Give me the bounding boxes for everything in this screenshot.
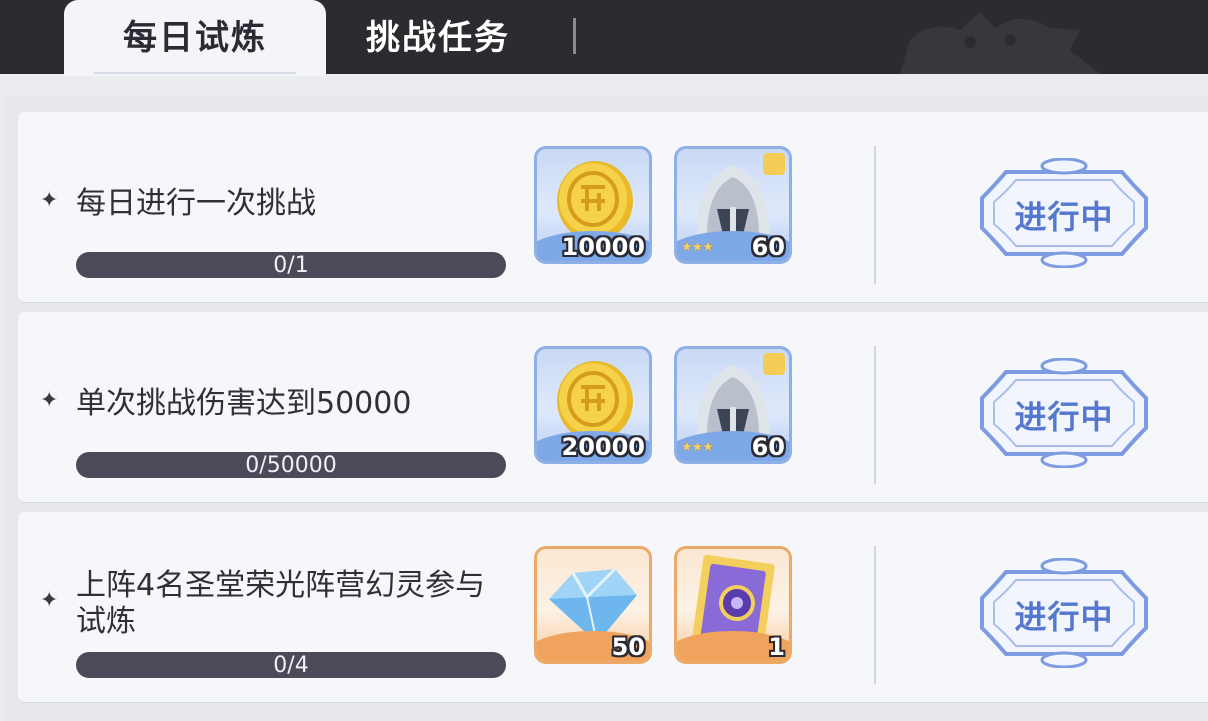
puzzle-corner-icon [763, 153, 785, 175]
task-progress-bar: 0/4 [76, 652, 506, 678]
sparkle-bullet-icon: ✦ [40, 588, 59, 613]
task-card: ✦ 上阵4名圣堂荣光阵营幻灵参与试炼 0/4 50 1 进行中 [18, 512, 1208, 702]
reward-count: 60 [751, 233, 785, 261]
task-title: 单次挑战伤害达到50000 [76, 386, 412, 421]
status-text: 进行中 [1014, 198, 1114, 236]
status-badge: 进行中 [976, 157, 1152, 269]
tab-challenge-tasks[interactable]: 挑战任务 [366, 8, 510, 60]
reward-count: 10000 [561, 233, 646, 261]
task-card: ✦ 每日进行一次挑战 0/1 10000 ★★★ 60 进行中 [18, 112, 1208, 302]
card-divider [874, 146, 876, 284]
reward-item-knight-helmet[interactable]: ★★★ 60 [674, 346, 792, 464]
card-divider [874, 346, 876, 484]
reward-count: 1 [768, 633, 785, 661]
tab-daily-trial[interactable]: 每日试炼 [64, 0, 326, 76]
tab-underline [94, 72, 296, 74]
task-progress-text: 0/1 [273, 252, 309, 278]
rarity-stars-icon: ★★★ [681, 440, 714, 455]
task-card: ✦ 单次挑战伤害达到50000 0/50000 20000 ★★★ 60 进行中 [18, 312, 1208, 502]
reward-item-card[interactable]: 1 [674, 546, 792, 664]
tab-daily-trial-label: 每日试炼 [123, 17, 267, 58]
rarity-stars-icon: ★★★ [681, 240, 714, 255]
reward-item-diamond[interactable]: 50 [534, 546, 652, 664]
puzzle-corner-icon [763, 353, 785, 375]
status-badge: 进行中 [976, 357, 1152, 469]
task-progress-text: 0/50000 [245, 452, 337, 478]
reward-item-knight-helmet[interactable]: ★★★ 60 [674, 146, 792, 264]
card-divider [874, 546, 876, 684]
status-badge: 进行中 [976, 557, 1152, 669]
reward-count: 60 [751, 433, 785, 461]
task-progress-text: 0/4 [273, 652, 309, 678]
sparkle-bullet-icon: ✦ [40, 388, 59, 413]
reward-count: 20000 [561, 433, 646, 461]
status-text: 进行中 [1014, 598, 1114, 636]
reward-item-gold-coin[interactable]: 10000 [534, 146, 652, 264]
task-title: 上阵4名圣堂荣光阵营幻灵参与试炼 [76, 568, 486, 639]
tab-divider [573, 18, 576, 54]
task-title: 每日进行一次挑战 [76, 186, 316, 221]
reward-count: 50 [611, 633, 645, 661]
reward-item-gold-coin[interactable]: 20000 [534, 346, 652, 464]
mascot-silhouette-icon [900, 12, 1100, 74]
tab-challenge-tasks-label: 挑战任务 [366, 17, 510, 58]
task-progress-bar: 0/50000 [76, 452, 506, 478]
sparkle-bullet-icon: ✦ [40, 188, 59, 213]
task-progress-bar: 0/1 [76, 252, 506, 278]
status-text: 进行中 [1014, 398, 1114, 436]
